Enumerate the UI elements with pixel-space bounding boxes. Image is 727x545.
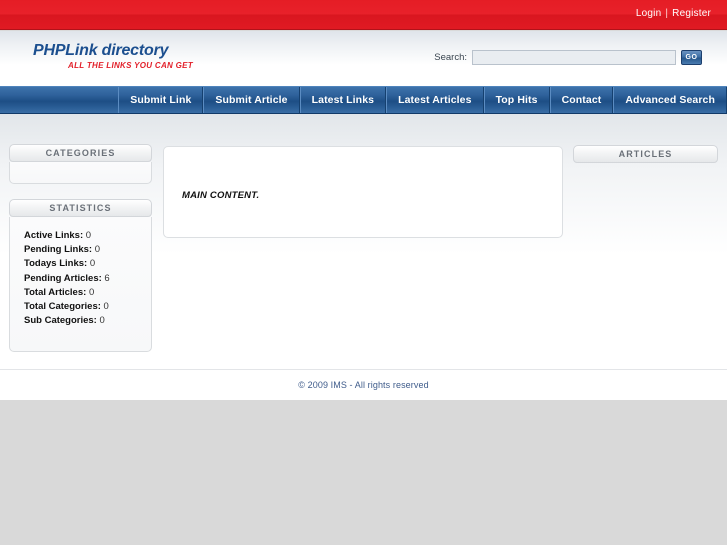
logo-tagline: ALL THE LINKS YOU CAN GET	[68, 61, 193, 70]
nav-item-contact[interactable]: Contact	[549, 87, 614, 113]
stat-row-sub-categories: Sub Categories: 0	[24, 314, 151, 328]
nav-item-submit-link[interactable]: Submit Link	[118, 87, 204, 113]
search-go-button[interactable]: GO	[681, 50, 702, 65]
stat-label-total-categories: Total Categories:	[24, 301, 101, 313]
page-root: Login | Register PHPLink directory ALL THE…	[0, 0, 727, 545]
stat-value-total-articles: 0	[88, 286, 95, 298]
panel-statistics-title: STATISTICS	[9, 199, 152, 217]
register-link[interactable]: Register	[672, 8, 711, 19]
account-links-separator: |	[665, 8, 669, 19]
nav-item-latest-articles[interactable]: Latest Articles	[386, 87, 484, 113]
stat-value-total-categories: 0	[103, 301, 109, 313]
panel-categories-title: CATEGORIES	[9, 144, 152, 162]
stat-row-todays-links: Todays Links: 0	[24, 257, 151, 271]
main-content-box: MAIN CONTENT.	[163, 146, 563, 238]
panel-statistics-body: Active Links: 0 Pending Links: 0 Todays …	[9, 217, 152, 352]
stat-label-pending-articles: Pending Articles:	[24, 272, 102, 284]
stat-label-todays-links: Todays Links:	[24, 258, 88, 270]
main-navigation: Submit Link Submit Article Latest Links …	[0, 86, 727, 114]
nav-item-top-hits[interactable]: Top Hits	[483, 87, 550, 113]
stat-label-total-articles: Total Articles:	[24, 286, 87, 298]
site-logo[interactable]: PHPLink directory ALL THE LINKS YOU CAN …	[33, 42, 333, 70]
footer-copyright: © 2009 IMS - All rights reserved	[298, 380, 429, 390]
search-input[interactable]	[472, 50, 676, 65]
page-background-area	[0, 400, 727, 545]
site-header: PHPLink directory ALL THE LINKS YOU CAN …	[0, 31, 727, 86]
stat-label-sub-categories: Sub Categories:	[24, 315, 97, 327]
login-link[interactable]: Login	[636, 8, 661, 19]
panel-statistics: STATISTICS Active Links: 0 Pending Links…	[9, 199, 152, 352]
stat-value-pending-articles: 6	[104, 272, 110, 284]
site-footer: © 2009 IMS - All rights reserved	[0, 370, 727, 400]
stat-row-active-links: Active Links: 0	[24, 229, 151, 243]
nav-item-submit-article[interactable]: Submit Article	[203, 87, 300, 113]
nav-item-latest-links[interactable]: Latest Links	[299, 87, 387, 113]
panel-articles: ARTICLES	[573, 145, 718, 163]
panel-articles-title: ARTICLES	[573, 145, 718, 163]
search-area: Search: GO	[434, 50, 702, 65]
stat-value-sub-categories: 0	[99, 315, 105, 327]
nav-item-advanced-search[interactable]: Advanced Search	[613, 87, 727, 113]
stat-value-pending-links: 0	[94, 244, 101, 256]
panel-categories: CATEGORIES	[9, 144, 152, 184]
top-utility-bar: Login | Register	[0, 0, 727, 30]
stat-row-pending-links: Pending Links: 0	[24, 243, 151, 257]
stat-row-total-articles: Total Articles: 0	[24, 286, 151, 300]
stat-value-active-links: 0	[85, 230, 92, 241]
stat-value-todays-links: 0	[89, 258, 96, 270]
panel-categories-body	[9, 162, 152, 184]
logo-title: PHPLink directory	[33, 42, 169, 59]
stat-label-pending-links: Pending Links:	[24, 244, 93, 256]
stat-row-pending-articles: Pending Articles: 6	[24, 272, 151, 286]
search-label: Search:	[434, 52, 467, 63]
stat-row-total-categories: Total Categories: 0	[24, 300, 151, 314]
main-content-text: MAIN CONTENT.	[182, 190, 260, 201]
account-links: Login | Register	[636, 8, 711, 19]
stat-label-active-links: Active Links:	[24, 230, 84, 241]
